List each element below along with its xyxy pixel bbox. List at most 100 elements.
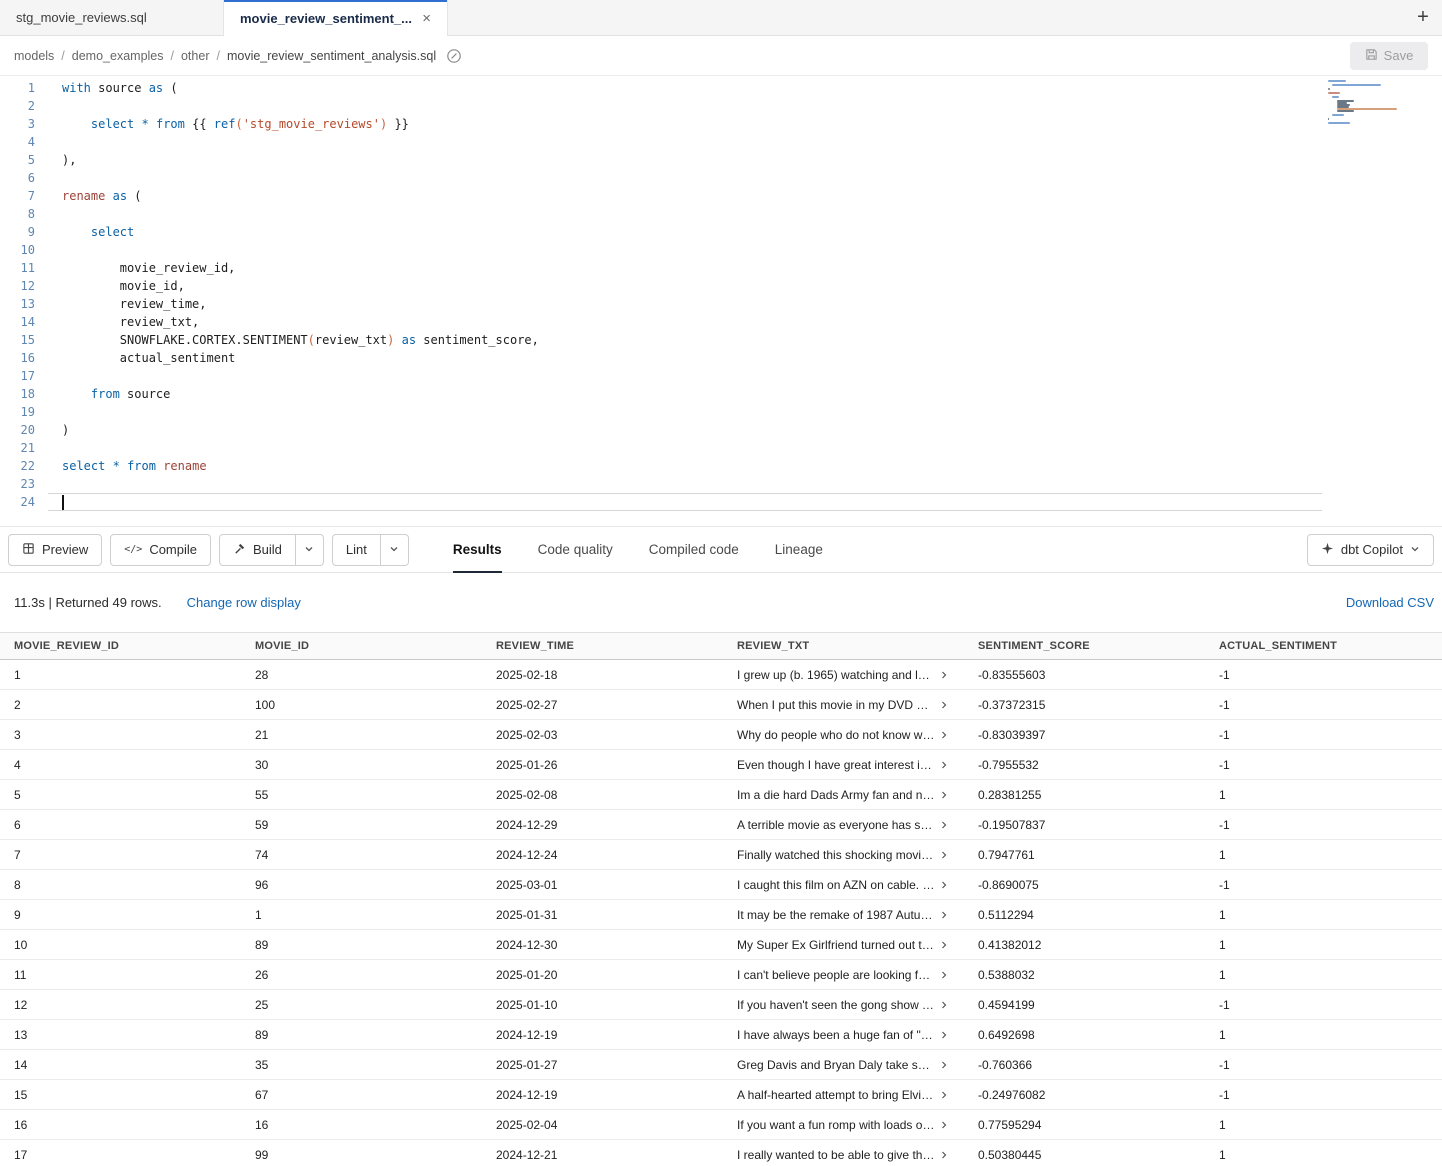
- cell-actual_sentiment: 1: [1205, 908, 1442, 922]
- table-header: MOVIE_REVIEW_IDMOVIE_IDREVIEW_TIMEREVIEW…: [0, 632, 1442, 660]
- expand-cell-icon[interactable]: [939, 760, 949, 770]
- close-icon[interactable]: ×: [422, 10, 431, 27]
- expand-cell-icon[interactable]: [939, 1090, 949, 1100]
- column-header-actual_sentiment: ACTUAL_SENTIMENT: [1205, 633, 1442, 659]
- code-line: ),: [48, 151, 1442, 169]
- cell-sentiment_score: -0.760366: [964, 1058, 1205, 1072]
- code-line: [48, 403, 1442, 421]
- cell-sentiment_score: -0.37372315: [964, 698, 1205, 712]
- cell-review_time: 2024-12-29: [482, 818, 723, 832]
- results-tab-compiled-code[interactable]: Compiled code: [649, 527, 739, 572]
- table-row: 6592024-12-29A terrible movie as everyon…: [0, 810, 1442, 840]
- download-csv-link[interactable]: Download CSV: [1346, 595, 1434, 610]
- breadcrumb-item[interactable]: demo_examples: [72, 49, 164, 63]
- results-tab-code-quality[interactable]: Code quality: [538, 527, 613, 572]
- hammer-icon: [233, 542, 246, 558]
- expand-cell-icon[interactable]: [939, 910, 949, 920]
- cell-review_time: 2024-12-30: [482, 938, 723, 952]
- editor-minimap[interactable]: [1328, 80, 1398, 128]
- expand-cell-icon[interactable]: [939, 790, 949, 800]
- results-table: MOVIE_REVIEW_IDMOVIE_IDREVIEW_TIMEREVIEW…: [0, 632, 1442, 1166]
- cell-sentiment_score: -0.19507837: [964, 818, 1205, 832]
- preview-button[interactable]: Preview: [8, 534, 102, 566]
- cell-actual_sentiment: -1: [1205, 878, 1442, 892]
- cell-sentiment_score: 0.77595294: [964, 1118, 1205, 1132]
- results-tab-results[interactable]: Results: [453, 527, 502, 572]
- review-text: Finally watched this shocking movie la…: [737, 848, 935, 862]
- expand-cell-icon[interactable]: [939, 1120, 949, 1130]
- cell-sentiment_score: -0.8690075: [964, 878, 1205, 892]
- cell-review_time: 2025-02-08: [482, 788, 723, 802]
- column-header-sentiment_score: SENTIMENT_SCORE: [964, 633, 1205, 659]
- lint-button[interactable]: Lint: [332, 534, 381, 566]
- breadcrumb-item[interactable]: movie_review_sentiment_analysis.sql: [227, 49, 436, 63]
- chevron-down-icon: [1410, 542, 1420, 557]
- code-line: select: [48, 223, 1442, 241]
- breadcrumb-separator: /: [171, 49, 174, 63]
- table-row: 1282025-02-18I grew up (b. 1965) watchin…: [0, 660, 1442, 690]
- cell-movie_review_id: 6: [0, 818, 241, 832]
- cell-review_time: 2025-01-10: [482, 998, 723, 1012]
- expand-cell-icon[interactable]: [939, 1060, 949, 1070]
- breadcrumb-item[interactable]: other: [181, 49, 210, 63]
- expand-cell-icon[interactable]: [939, 1030, 949, 1040]
- new-tab-button[interactable]: +: [1404, 0, 1442, 35]
- tab-stg-movie-reviews[interactable]: stg_movie_reviews.sql: [0, 0, 224, 35]
- line-number: 6: [0, 169, 48, 187]
- expand-cell-icon[interactable]: [939, 850, 949, 860]
- cell-movie_id: 96: [241, 878, 482, 892]
- cell-sentiment_score: -0.24976082: [964, 1088, 1205, 1102]
- results-tab-lineage[interactable]: Lineage: [775, 527, 823, 572]
- code-editor[interactable]: 123456789101112131415161718192021222324 …: [0, 76, 1442, 526]
- code-line: [48, 367, 1442, 385]
- cell-actual_sentiment: -1: [1205, 1058, 1442, 1072]
- cell-movie_id: 100: [241, 698, 482, 712]
- code-line: movie_id,: [48, 277, 1442, 295]
- table-row: 10892024-12-30My Super Ex Girlfriend tur…: [0, 930, 1442, 960]
- cell-actual_sentiment: 1: [1205, 938, 1442, 952]
- line-number: 20: [0, 421, 48, 439]
- cell-review_time: 2025-02-04: [482, 1118, 723, 1132]
- expand-cell-icon[interactable]: [939, 1150, 949, 1160]
- cell-movie_id: 67: [241, 1088, 482, 1102]
- tab-movie-review-sentiment[interactable]: movie_review_sentiment_... ×: [224, 0, 448, 36]
- expand-cell-icon[interactable]: [939, 700, 949, 710]
- expand-cell-icon[interactable]: [939, 880, 949, 890]
- code-line: with source as (: [48, 79, 1442, 97]
- expand-cell-icon[interactable]: [939, 1000, 949, 1010]
- cell-review_txt: It may be the remake of 1987 Autumn'…: [723, 908, 964, 922]
- review-text: A terrible movie as everyone has said. …: [737, 818, 935, 832]
- build-dropdown-button[interactable]: [296, 534, 324, 566]
- table-row: 11262025-01-20I can't believe people are…: [0, 960, 1442, 990]
- cell-review_time: 2024-12-24: [482, 848, 723, 862]
- line-number: 22: [0, 457, 48, 475]
- cell-actual_sentiment: -1: [1205, 818, 1442, 832]
- review-text: If you haven't seen the gong show TV s…: [737, 998, 935, 1012]
- breadcrumb-item[interactable]: models: [14, 49, 54, 63]
- cell-review_time: 2024-12-21: [482, 1148, 723, 1162]
- save-button[interactable]: Save: [1350, 42, 1428, 70]
- expand-cell-icon[interactable]: [939, 970, 949, 980]
- lint-dropdown-button[interactable]: [381, 534, 409, 566]
- cell-review_time: 2024-12-19: [482, 1028, 723, 1042]
- line-number-gutter: 123456789101112131415161718192021222324: [0, 79, 48, 526]
- expand-cell-icon[interactable]: [939, 820, 949, 830]
- query-summary: 11.3s | Returned 49 rows.: [14, 595, 162, 610]
- cell-movie_review_id: 2: [0, 698, 241, 712]
- file-header-bar: models/demo_examples/other/movie_review_…: [0, 36, 1442, 76]
- review-text: I grew up (b. 1965) watching and lovin…: [737, 668, 935, 682]
- cell-movie_review_id: 16: [0, 1118, 241, 1132]
- expand-cell-icon[interactable]: [939, 730, 949, 740]
- build-button[interactable]: Build: [219, 534, 296, 566]
- line-number: 4: [0, 133, 48, 151]
- compile-button[interactable]: </> Compile: [110, 534, 211, 566]
- review-text: My Super Ex Girlfriend turned out to b…: [737, 938, 935, 952]
- change-row-display-link[interactable]: Change row display: [187, 595, 301, 610]
- table-row: 4302025-01-26Even though I have great in…: [0, 750, 1442, 780]
- cell-review_txt: If you want a fun romp with loads of s…: [723, 1118, 964, 1132]
- expand-cell-icon[interactable]: [939, 670, 949, 680]
- code-area[interactable]: with source as ( select * from {{ ref('s…: [48, 79, 1442, 526]
- format-file-icon[interactable]: [446, 48, 462, 64]
- expand-cell-icon[interactable]: [939, 940, 949, 950]
- dbt-copilot-button[interactable]: dbt Copilot: [1307, 534, 1434, 566]
